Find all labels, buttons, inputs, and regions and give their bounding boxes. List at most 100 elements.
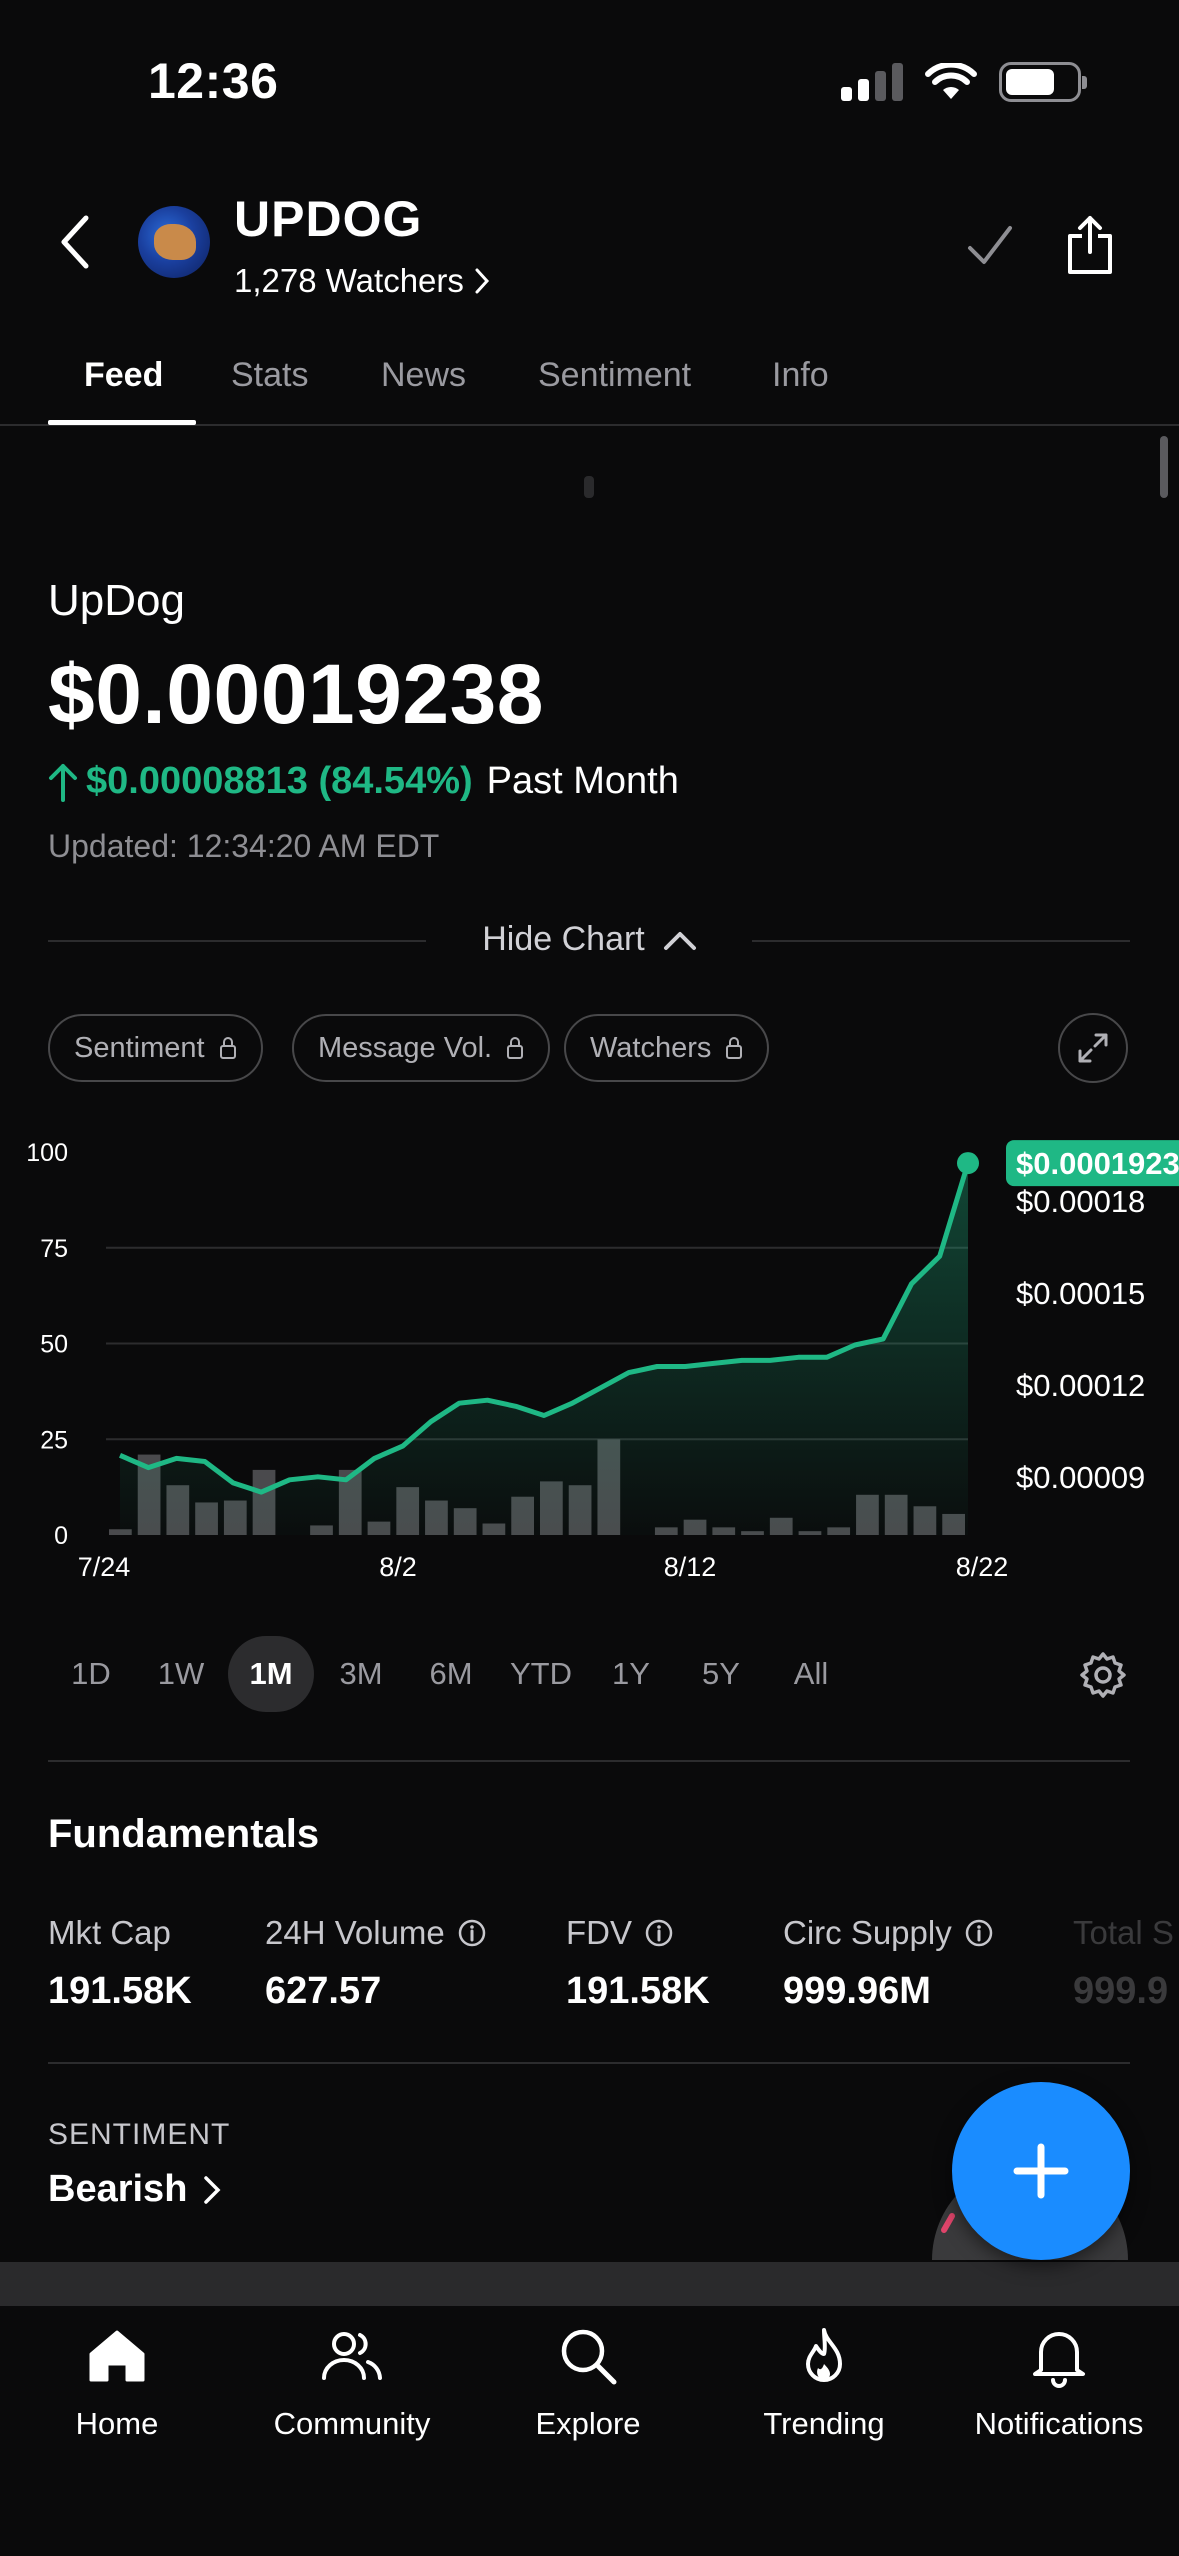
fund-label-circ-supply: Circ Supply <box>783 1914 994 1952</box>
sentiment-value: Bearish <box>48 2168 188 2210</box>
plus-icon <box>1013 2143 1069 2199</box>
fund-label-24h-volume: 24H Volume <box>265 1914 487 1952</box>
fund-label-mkt-cap: Mkt Cap <box>48 1914 171 1952</box>
gear-icon <box>1080 1652 1126 1698</box>
left-axis-tick: 100 <box>26 1139 68 1167</box>
price-change-value: $0.00008813 (84.54%) <box>86 760 473 802</box>
chart-settings-button[interactable] <box>1078 1650 1128 1700</box>
range-1m[interactable]: 1M <box>228 1636 314 1712</box>
wifi-icon <box>925 63 977 99</box>
range-1d[interactable]: 1D <box>48 1636 134 1712</box>
chip-watchers[interactable]: Watchers <box>564 1014 770 1082</box>
fund-value-total-supply: 999.9 <box>1073 1970 1169 2012</box>
tab-stats[interactable]: Stats <box>231 356 308 395</box>
right-axis-tick: $0.00009 <box>1016 1460 1145 1495</box>
current-price: $0.00019238 <box>48 647 545 741</box>
range-6m[interactable]: 6M <box>408 1636 494 1712</box>
nav-community[interactable]: Community <box>242 2324 462 2442</box>
lock-icon <box>726 1037 743 1059</box>
fund-label-text: 24H Volume <box>265 1914 445 1951</box>
left-axis-tick: 50 <box>40 1331 68 1359</box>
status-icons <box>841 62 1087 102</box>
lock-icon <box>507 1037 524 1059</box>
nav-explore[interactable]: Explore <box>478 2324 698 2442</box>
back-button[interactable] <box>56 212 96 272</box>
watch-check-button[interactable] <box>964 220 1016 272</box>
updated-timestamp: Updated: 12:34:20 AM EDT <box>48 828 440 864</box>
chip-label: Message Vol. <box>318 1031 493 1064</box>
right-axis-tick: $0.00012 <box>1016 1368 1145 1403</box>
chevron-right-icon <box>204 2175 221 2204</box>
lock-icon <box>219 1037 236 1059</box>
watchers-count: 1,278 Watchers <box>234 262 464 299</box>
chip-label: Sentiment <box>74 1031 205 1064</box>
community-icon <box>322 2332 382 2380</box>
fund-label-text: Total S <box>1073 1914 1174 1951</box>
status-time: 12:36 <box>148 53 279 109</box>
tab-news[interactable]: News <box>381 356 466 395</box>
tab-bar: Feed Stats News Sentiment Info <box>0 356 1179 426</box>
x-axis-tick: 8/2 <box>379 1552 417 1582</box>
scrollbar[interactable] <box>1160 436 1168 498</box>
bottom-nav: Home Community Explore Trending Notifica… <box>0 2306 1179 2556</box>
tab-sentiment[interactable]: Sentiment <box>538 356 691 395</box>
info-icon[interactable] <box>644 1918 674 1948</box>
fund-label-fdv: FDV <box>566 1914 674 1952</box>
share-button[interactable] <box>1064 214 1116 276</box>
nav-label: Explore <box>535 2406 641 2441</box>
arrow-up-icon <box>49 763 77 802</box>
chevron-right-icon <box>475 268 489 294</box>
range-all[interactable]: All <box>768 1636 854 1712</box>
nav-label: Notifications <box>974 2406 1144 2441</box>
watchers-link[interactable]: 1,278 Watchers <box>234 262 490 300</box>
hide-chart-toggle: Hide Chart <box>0 920 1179 959</box>
range-5y[interactable]: 5Y <box>678 1636 764 1712</box>
sentiment-label: SENTIMENT <box>48 2118 231 2151</box>
chip-label: Watchers <box>590 1031 712 1064</box>
tab-info[interactable]: Info <box>772 356 829 395</box>
page-indicator <box>584 476 594 498</box>
expand-chart-button[interactable] <box>1058 1013 1128 1083</box>
price-chart[interactable]: 100 75 50 25 0 $0.00018 $0.00015 $0.00012 $0.000… <box>0 1130 1179 1600</box>
search-icon <box>561 2329 617 2385</box>
nav-label: Community <box>273 2406 431 2441</box>
price-change-period: Past Month <box>486 760 679 802</box>
chip-sentiment[interactable]: Sentiment <box>48 1014 263 1082</box>
fundamentals-title: Fundamentals <box>48 1812 320 1856</box>
fund-value-mkt-cap: 191.58K <box>48 1970 192 2012</box>
left-axis-tick: 75 <box>40 1235 68 1263</box>
bell-icon <box>1033 2332 1085 2388</box>
section-divider <box>48 1760 1130 1762</box>
range-1w[interactable]: 1W <box>138 1636 224 1712</box>
fund-value-24h-volume: 627.57 <box>265 1970 382 2012</box>
chevron-up-icon[interactable] <box>663 929 697 951</box>
nav-label: Home <box>75 2406 159 2441</box>
hide-chart-button[interactable]: Hide Chart <box>482 920 645 959</box>
info-icon[interactable] <box>457 1918 487 1948</box>
coin-name: UpDog <box>48 576 185 625</box>
sentiment-link[interactable]: Bearish <box>48 2168 221 2211</box>
compose-post-button[interactable] <box>952 2082 1130 2260</box>
nav-label: Trending <box>763 2406 885 2441</box>
x-axis-tick: 7/24 <box>78 1552 131 1582</box>
coin-avatar <box>138 206 210 278</box>
info-icon[interactable] <box>964 1918 994 1948</box>
battery-icon <box>999 62 1087 102</box>
range-ytd[interactable]: YTD <box>498 1636 584 1712</box>
fund-label-text: Circ Supply <box>783 1914 952 1951</box>
expand-icon <box>1078 1033 1108 1063</box>
nav-home[interactable]: Home <box>7 2324 227 2442</box>
chip-message-volume[interactable]: Message Vol. <box>292 1014 551 1082</box>
content-separator <box>0 2262 1179 2306</box>
nav-notifications[interactable]: Notifications <box>949 2324 1169 2442</box>
fund-label-total-supply: Total S <box>1073 1914 1179 1952</box>
nav-trending[interactable]: Trending <box>714 2324 934 2442</box>
left-axis-tick: 25 <box>40 1426 68 1454</box>
price-badge: $0.00019238 <box>1006 1140 1179 1187</box>
cellular-signal-icon <box>841 63 903 101</box>
range-3m[interactable]: 3M <box>318 1636 404 1712</box>
tab-feed[interactable]: Feed <box>84 356 163 395</box>
x-axis-tick: 8/12 <box>664 1552 717 1582</box>
tab-active-indicator <box>48 420 196 425</box>
range-1y[interactable]: 1Y <box>588 1636 674 1712</box>
